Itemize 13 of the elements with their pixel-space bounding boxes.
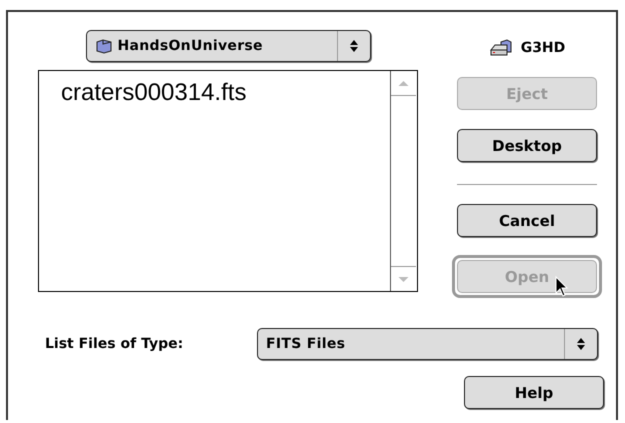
- file-type-label: List Files of Type:: [45, 336, 184, 352]
- mouse-pointer-icon: [555, 276, 569, 298]
- file-type-popup[interactable]: FITS Files: [257, 328, 598, 360]
- file-item[interactable]: craters000314.fts: [61, 79, 390, 107]
- scroll-bar[interactable]: [390, 71, 417, 291]
- up-down-arrows-icon: [576, 337, 586, 351]
- dialog-button[interactable]: Cancel: [457, 204, 597, 237]
- folder-icon: [94, 38, 112, 54]
- folder-popup[interactable]: HandsOnUniverse: [86, 30, 370, 62]
- dialog-button[interactable]: Desktop: [457, 129, 597, 162]
- help-button[interactable]: Help: [464, 376, 604, 409]
- up-down-arrows-icon: [348, 39, 358, 53]
- disk-name: G3HD: [520, 40, 566, 56]
